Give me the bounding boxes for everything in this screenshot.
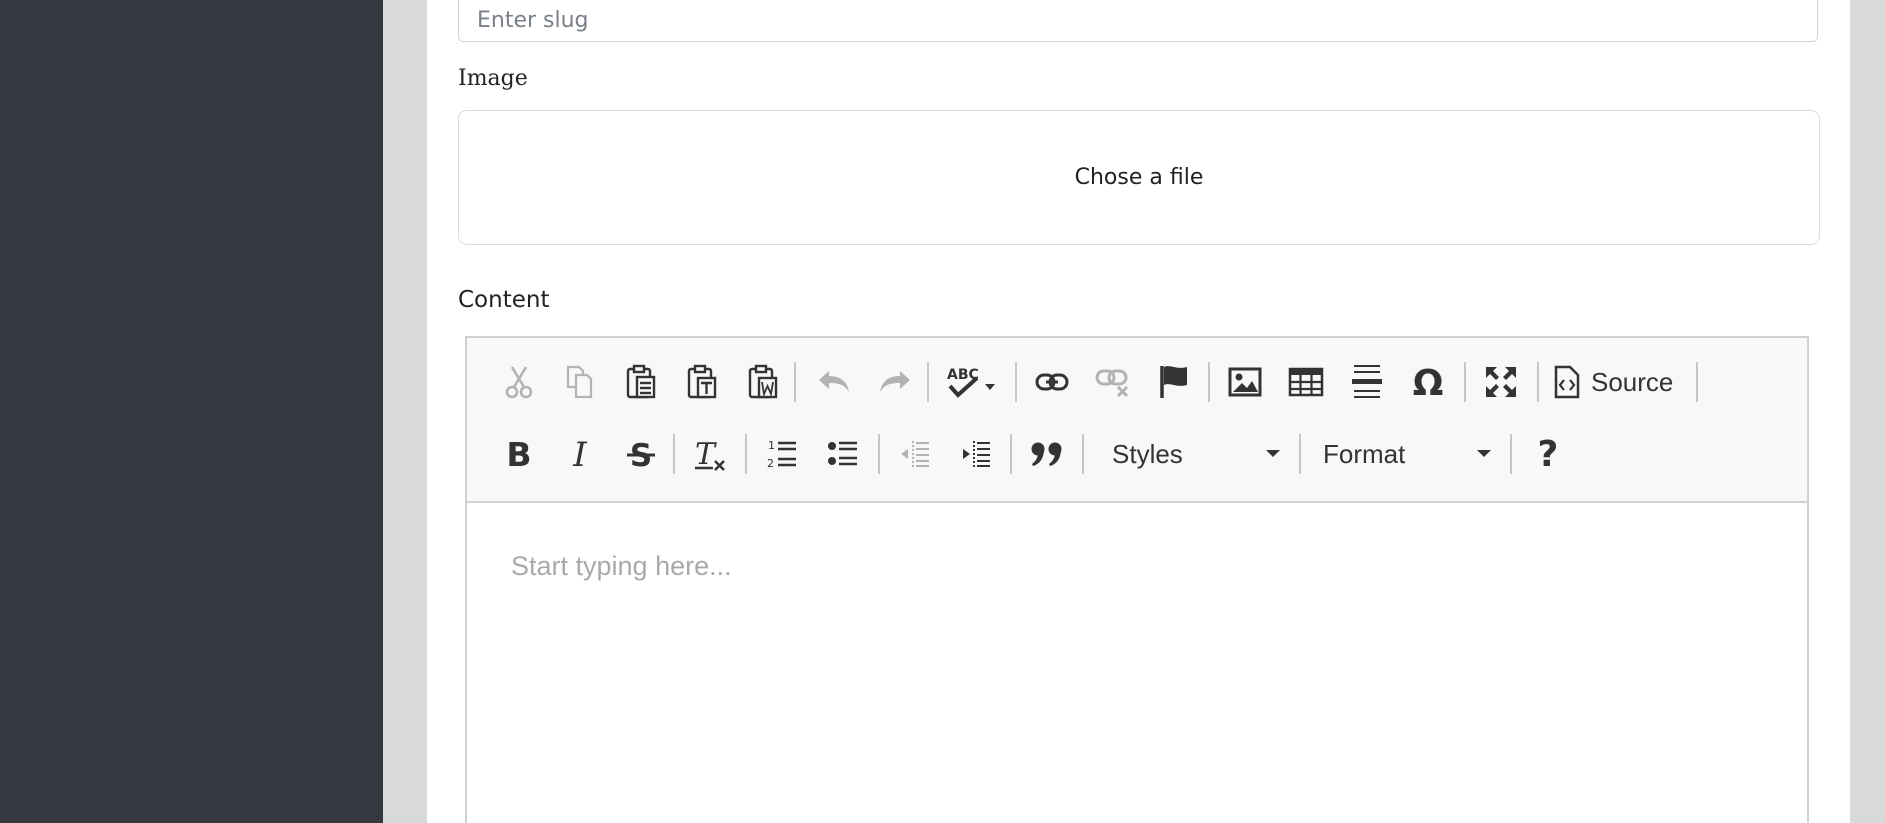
maximize-button[interactable] xyxy=(1479,360,1523,404)
svg-text:B: B xyxy=(506,437,531,471)
toolbar-separator xyxy=(745,434,747,474)
italic-button[interactable]: I xyxy=(558,432,602,476)
help-icon: ? xyxy=(1537,433,1559,475)
content-label: Content xyxy=(458,287,550,313)
blockquote-icon xyxy=(1031,442,1062,466)
table-icon xyxy=(1288,367,1324,397)
outdent-button[interactable] xyxy=(893,432,937,476)
anchor-button[interactable] xyxy=(1152,360,1196,404)
cut-button[interactable] xyxy=(497,360,541,404)
rich-text-editor: ABC Ω Source B I S T 1 2 Styles Format ?… xyxy=(465,336,1809,823)
undo-button[interactable] xyxy=(812,360,856,404)
toolbar-separator xyxy=(794,362,796,402)
strike-icon: S xyxy=(627,438,655,471)
image-icon xyxy=(1228,367,1262,397)
special-char-icon: Ω xyxy=(1413,365,1444,399)
toolbar-separator xyxy=(1464,362,1466,402)
horizontal-line-button[interactable] xyxy=(1345,360,1389,404)
italic-icon: I xyxy=(572,437,587,471)
help-button[interactable]: ? xyxy=(1526,432,1570,476)
unlink-button[interactable] xyxy=(1091,360,1135,404)
bulleted-list-button[interactable] xyxy=(821,432,865,476)
strike-button[interactable]: S xyxy=(619,432,663,476)
paste-text-icon xyxy=(687,364,717,399)
bold-icon: B xyxy=(506,437,531,471)
editor-content-area[interactable]: Start typing here... xyxy=(467,503,1807,823)
link-icon xyxy=(1035,373,1069,391)
svg-text:I: I xyxy=(572,437,587,471)
format-dropdown-label: Format xyxy=(1323,438,1406,469)
styles-dropdown-label: Styles xyxy=(1112,438,1183,469)
copy-icon xyxy=(566,365,593,399)
cut-icon xyxy=(505,366,533,399)
image-button[interactable] xyxy=(1223,360,1267,404)
paste-text-button[interactable] xyxy=(680,360,724,404)
source-button[interactable]: Source xyxy=(1553,360,1679,404)
paste-icon xyxy=(626,364,656,399)
maximize-icon xyxy=(1486,367,1516,397)
outdent-icon xyxy=(901,441,929,467)
source-label: Source xyxy=(1591,366,1674,397)
table-button[interactable] xyxy=(1284,360,1328,404)
editor-toolbar: ABC Ω Source B I S T 1 2 Styles Format ? xyxy=(467,338,1807,503)
toolbar-separator xyxy=(878,434,880,474)
page-gutter-left xyxy=(383,0,427,823)
special-char-button[interactable]: Ω xyxy=(1406,360,1450,404)
numbered-list-icon: 1 2 xyxy=(767,439,796,470)
svg-text:2: 2 xyxy=(767,457,774,470)
source-icon xyxy=(1554,365,1580,399)
paste-button[interactable] xyxy=(619,360,663,404)
link-button[interactable] xyxy=(1030,360,1074,404)
redo-button[interactable] xyxy=(873,360,917,404)
format-dropdown[interactable]: Format xyxy=(1323,432,1491,476)
remove-format-button[interactable]: T xyxy=(688,432,732,476)
anchor-icon xyxy=(1160,366,1187,398)
blockquote-button[interactable] xyxy=(1025,432,1069,476)
svg-text:Ω: Ω xyxy=(1413,365,1444,399)
toolbar-separator xyxy=(927,362,929,402)
chevron-down-icon xyxy=(1477,450,1491,457)
bulleted-list-icon xyxy=(828,441,857,466)
numbered-list-button[interactable]: 1 2 xyxy=(760,432,804,476)
svg-text:1: 1 xyxy=(768,439,775,452)
dropzone-text: Chose a file xyxy=(1074,165,1204,190)
toolbar-separator xyxy=(1082,434,1084,474)
remove-format-icon: T xyxy=(695,437,725,472)
chevron-down-icon xyxy=(1266,450,1280,457)
image-dropzone[interactable]: Chose a file xyxy=(458,110,1820,245)
toolbar-separator xyxy=(1537,362,1539,402)
styles-dropdown[interactable]: Styles xyxy=(1112,432,1280,476)
paste-word-icon xyxy=(748,364,778,399)
indent-icon xyxy=(963,441,990,467)
toolbar-separator xyxy=(1299,434,1301,474)
toolbar-separator xyxy=(1208,362,1210,402)
toolbar-separator xyxy=(1015,362,1017,402)
horizontal-line-icon xyxy=(1352,365,1382,398)
copy-button[interactable] xyxy=(558,360,602,404)
slug-input[interactable] xyxy=(458,0,1818,42)
toolbar-separator xyxy=(673,434,675,474)
spellcheck-button[interactable]: ABC xyxy=(943,360,1003,404)
redo-icon xyxy=(880,371,910,392)
toolbar-separator xyxy=(1696,362,1698,402)
toolbar-separator xyxy=(1010,434,1012,474)
undo-icon xyxy=(819,371,849,392)
paste-word-button[interactable] xyxy=(741,360,785,404)
unlink-icon xyxy=(1095,369,1129,397)
spellcheck-icon: ABC xyxy=(947,367,995,398)
page-gutter-right xyxy=(1850,0,1885,823)
toolbar-separator xyxy=(1510,434,1512,474)
bold-button[interactable]: B xyxy=(497,432,541,476)
image-label: Image xyxy=(458,66,528,91)
sidebar xyxy=(0,0,383,823)
editor-placeholder: Start typing here... xyxy=(511,551,732,581)
indent-button[interactable] xyxy=(954,432,998,476)
